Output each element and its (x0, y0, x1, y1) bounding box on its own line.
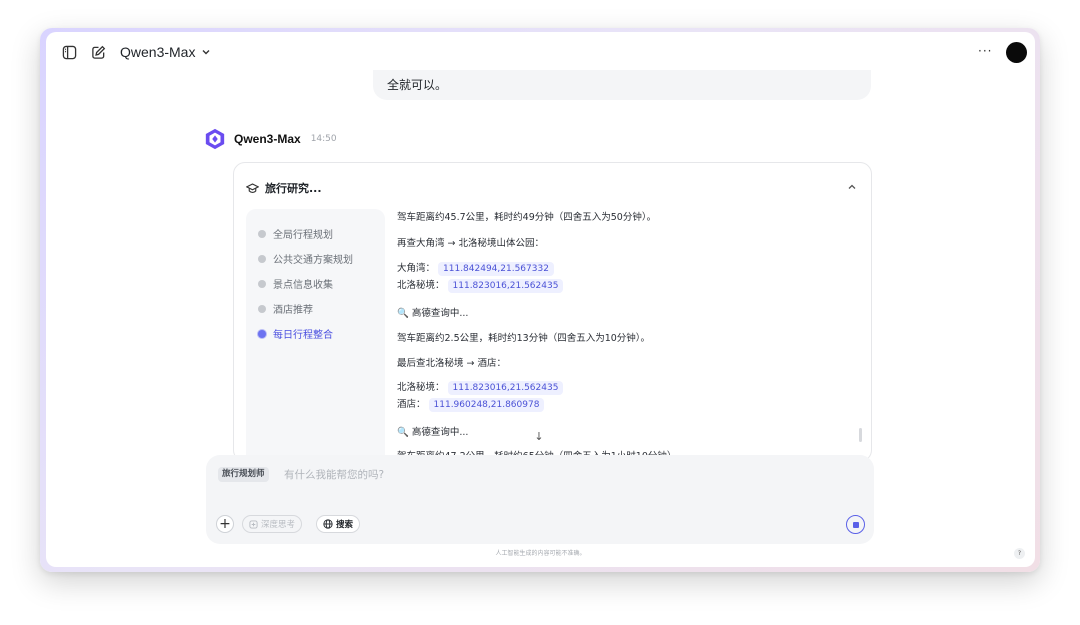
new-chat-icon[interactable] (89, 43, 107, 61)
search-toggle[interactable]: 搜索 (316, 515, 361, 533)
chevron-up-icon (848, 184, 856, 189)
plus-icon: + (219, 516, 231, 532)
content-line: 最后查北洛秘境 → 酒店： (397, 358, 506, 369)
content-line: 驾车距离约45.7公里，耗时约49分钟（四舍五入为50分钟）。 (397, 212, 657, 223)
step-status-icon (258, 254, 266, 263)
step-item-hotels[interactable]: 酒店推荐 (246, 296, 385, 321)
step-status-icon (258, 279, 266, 288)
model-selector[interactable]: Qwen3-Max (120, 42, 211, 62)
deep-think-label: 深度思考 (261, 520, 296, 530)
step-status-icon (258, 304, 266, 313)
research-card-header[interactable]: 旅行研究... (246, 180, 322, 196)
content-line: 🔍 高德查询中... (397, 427, 469, 438)
help-button[interactable]: ? (1014, 548, 1025, 559)
content-line: 再查大角湾 → 北洛秘境山体公园： (397, 238, 544, 249)
step-label: 全局行程规划 (273, 230, 333, 241)
role-tag[interactable]: 旅行规划师 (218, 467, 269, 482)
step-label: 酒店推荐 (273, 305, 313, 316)
content-line: 🔍 高德查询中... (397, 308, 469, 319)
coord-row: 北洛秘境： 111.823016,21.562435 (397, 277, 564, 293)
content-scrollbar[interactable] (859, 428, 862, 442)
coord-row: 大角湾： 111.842494,21.567332 (397, 260, 554, 276)
chevron-down-icon (202, 50, 210, 55)
step-label: 景点信息收集 (273, 280, 333, 291)
chat-input-box[interactable]: 旅行规划师 有什么我能帮您的吗? + 深度思考 搜索 (206, 455, 874, 544)
globe-icon (323, 519, 333, 529)
deep-think-icon (249, 519, 258, 529)
coord-label: 北洛秘境： (397, 382, 445, 393)
step-item-attractions[interactable]: 景点信息收集 (246, 271, 385, 296)
user-avatar[interactable] (1006, 42, 1027, 63)
step-status-icon (258, 329, 266, 338)
add-attachment-button[interactable]: + (216, 515, 234, 533)
step-label: 每日行程整合 (273, 330, 333, 341)
chat-input[interactable]: 有什么我能帮您的吗? (284, 467, 384, 482)
top-bar: Qwen3-Max ··· (46, 32, 1035, 72)
coord-chip[interactable]: 111.823016,21.562435 (447, 279, 564, 293)
research-card-title: 旅行研究... (265, 182, 322, 195)
deep-think-toggle[interactable]: 深度思考 (242, 515, 303, 533)
more-options-button[interactable]: ··· (978, 44, 992, 58)
steps-panel: 全局行程规划 公共交通方案规划 景点信息收集 酒店推荐 每日行程整合 (246, 209, 385, 461)
step-status-icon (258, 229, 266, 238)
assistant-name: Qwen3-Max (234, 132, 301, 146)
step-item-transit-plan[interactable]: 公共交通方案规划 (246, 246, 385, 271)
stop-icon (852, 521, 859, 528)
assistant-header: Qwen3-Max 14:50 (204, 128, 337, 150)
coord-chip[interactable]: 111.960248,21.860978 (428, 398, 545, 412)
ai-disclaimer: 人工智能生成的内容可能不准确。 (495, 550, 586, 557)
graduation-cap-icon (246, 182, 259, 193)
app-window: Qwen3-Max ··· 全就可以。 Qwen3-Max 14:50 旅行研究… (46, 32, 1035, 567)
model-name: Qwen3-Max (120, 44, 196, 60)
content-line: 驾车距离约2.5公里，耗时约13分钟（四舍五入为10分钟）。 (397, 333, 651, 344)
research-card: 旅行研究... 全局行程规划 公共交通方案规划 景点信息收集 酒店推荐 每日行程… (233, 162, 872, 462)
scroll-down-icon[interactable]: ↓ (532, 430, 546, 444)
sidebar-toggle-icon[interactable] (60, 43, 78, 61)
coord-label: 北洛秘境： (397, 280, 445, 291)
search-label: 搜索 (336, 520, 354, 530)
coord-chip[interactable]: 111.823016,21.562435 (447, 381, 564, 395)
coord-label: 酒店： (397, 399, 426, 410)
coord-chip[interactable]: 111.842494,21.567332 (438, 262, 554, 276)
step-item-global-plan[interactable]: 全局行程规划 (246, 221, 385, 246)
qwen-logo-icon (205, 128, 225, 150)
user-message-bubble: 全就可以。 (373, 70, 871, 100)
coord-row: 酒店： 111.960248,21.860978 (397, 396, 545, 412)
step-label: 公共交通方案规划 (273, 255, 353, 266)
coord-label: 大角湾： (397, 263, 436, 274)
message-timestamp: 14:50 (310, 134, 337, 144)
step-item-daily-itinerary[interactable]: 每日行程整合 (246, 321, 385, 346)
collapse-button[interactable] (845, 180, 859, 194)
research-content: 驾车距离约45.7公里，耗时约49分钟（四舍五入为50分钟）。 再查大角湾 → … (397, 209, 857, 461)
coord-row: 北洛秘境： 111.823016,21.562435 (397, 379, 564, 395)
user-message-text: 全就可以。 (387, 78, 448, 92)
stop-generation-button[interactable] (846, 515, 865, 534)
